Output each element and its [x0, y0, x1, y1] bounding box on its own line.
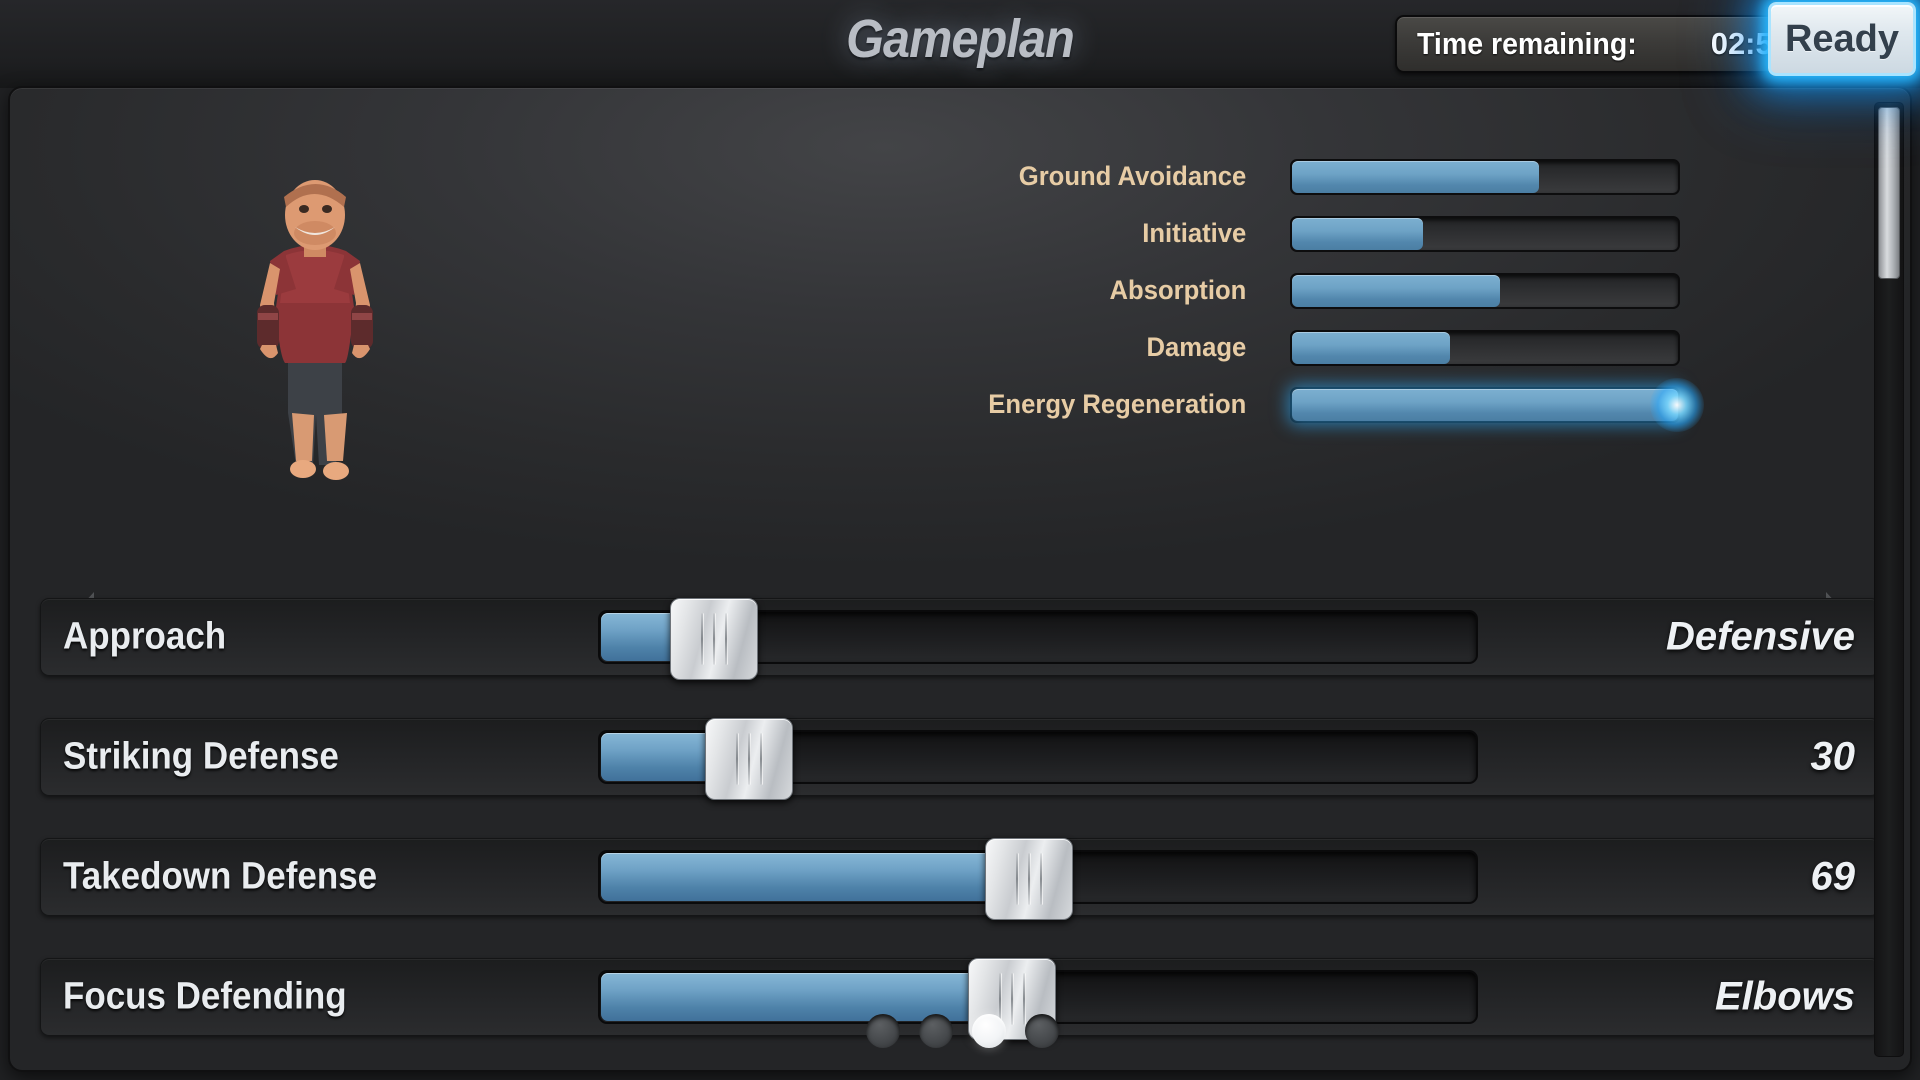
slider-value: Elbows [1714, 974, 1855, 1019]
attribute-row: Ground Avoidance [790, 148, 1740, 205]
slider-value: Defensive [1666, 614, 1855, 659]
gameplan-screen: Gameplan Time remaining: 02:53 Ready Gro… [0, 0, 1920, 1080]
panel-scrollbar[interactable] [1874, 102, 1904, 1057]
attribute-bar-track [1290, 329, 1680, 366]
attribute-bar-track [1290, 158, 1680, 195]
slider-handle[interactable] [704, 718, 793, 800]
attribute-label: Initiative [1142, 218, 1247, 248]
attribute-bar-track [1290, 215, 1680, 252]
gameplan-slider-row: Approach Defensive [40, 598, 1880, 680]
scrollbar-thumb[interactable] [1878, 107, 1900, 279]
attribute-label: Energy Regeneration [988, 389, 1247, 419]
slider-value: 30 [1810, 734, 1856, 779]
attribute-bar-fill [1292, 388, 1678, 421]
attribute-bar-fill [1292, 217, 1424, 250]
page-dot[interactable] [1024, 1014, 1059, 1048]
slider-track[interactable] [598, 838, 1478, 920]
slider-label: Takedown Defense [63, 855, 378, 898]
attribute-label: Ground Avoidance [1018, 161, 1247, 191]
slider-fill [601, 853, 1031, 901]
gameplan-slider-list: Approach Defensive Striking Defense 30 Taked… [40, 598, 1880, 1070]
page-dot[interactable] [971, 1014, 1006, 1048]
gameplan-slider-row: Striking Defense 30 [40, 718, 1880, 800]
attribute-label: Damage [1146, 332, 1247, 362]
ready-button[interactable]: Ready [1768, 2, 1916, 76]
slider-handle-grip [759, 733, 763, 785]
attribute-label: Absorption [1109, 275, 1247, 305]
slider-handle-grip [1040, 853, 1044, 905]
slider-handle-grip [747, 733, 751, 785]
slider-handle[interactable] [985, 838, 1074, 920]
slider-handle-grip [724, 613, 728, 665]
attribute-row: Damage [790, 319, 1740, 376]
attribute-bar-track [1290, 272, 1680, 309]
slider-value: 69 [1810, 854, 1856, 899]
attribute-bars: Ground Avoidance Initiative Absorption Dama… [790, 148, 1740, 433]
slider-label: Focus Defending [63, 975, 347, 1018]
attribute-bar-fill [1292, 160, 1540, 193]
attribute-row: Initiative [790, 205, 1740, 262]
page-indicator [10, 1014, 1910, 1048]
slider-handle-grip [1016, 853, 1020, 905]
slider-label: Approach [63, 615, 227, 658]
fighter-figure-icon [257, 180, 373, 480]
attribute-row: Absorption [790, 262, 1740, 319]
slider-track[interactable] [598, 598, 1478, 680]
time-remaining-label: Time remaining: [1417, 26, 1637, 61]
slider-handle-grip [1028, 853, 1032, 905]
attribute-bar-fill [1292, 331, 1451, 364]
fighter-avatar [200, 163, 430, 503]
gameplan-slider-row: Takedown Defense 69 [40, 838, 1880, 920]
gameplan-panel: Ground Avoidance Initiative Absorption Dama… [8, 86, 1912, 1072]
page-dot[interactable] [865, 1014, 900, 1048]
page-dot[interactable] [918, 1014, 953, 1048]
time-remaining-box: Time remaining: 02:53 [1395, 15, 1810, 73]
slider-handle[interactable] [669, 598, 758, 680]
attribute-bar-fill [1292, 274, 1501, 307]
slider-handle-grip [700, 613, 704, 665]
attribute-row: Energy Regeneration [790, 376, 1740, 433]
slider-handle-grip [735, 733, 739, 785]
attribute-bar-track [1290, 377, 1704, 432]
top-bar: Gameplan Time remaining: 02:53 Ready [0, 0, 1920, 88]
slider-track[interactable] [598, 718, 1478, 800]
slider-handle-grip [712, 613, 716, 665]
slider-label: Striking Defense [63, 735, 339, 778]
